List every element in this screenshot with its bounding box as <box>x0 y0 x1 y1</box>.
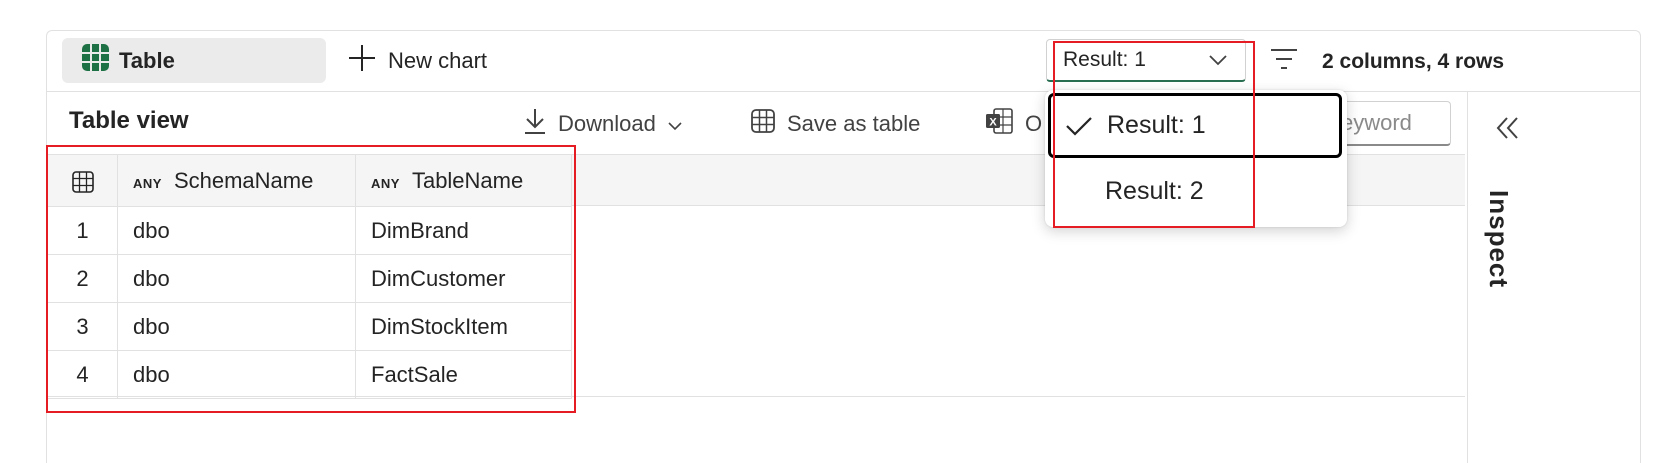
svg-text:X: X <box>989 117 997 129</box>
dropdown-option-label: Result: 1 <box>1107 111 1206 139</box>
results-grid: ANY SchemaName ANY TableName 1 dbo DimBran… <box>47 154 572 399</box>
cell-schemaname[interactable]: dbo <box>117 254 356 303</box>
inspect-panel-label[interactable]: Inspect <box>1483 190 1514 288</box>
column-header-label: SchemaName <box>173 167 314 193</box>
chevron-down-icon <box>1209 48 1227 72</box>
excel-icon: X <box>985 108 1013 140</box>
row-number: 1 <box>47 206 118 255</box>
result-summary: 2 columns, 4 rows <box>1322 50 1505 73</box>
table-icon <box>751 109 775 139</box>
cell-tablename[interactable]: DimBrand <box>355 206 572 255</box>
grid-header-row: ANY SchemaName ANY TableName <box>47 154 572 207</box>
column-header-label: TableName <box>411 167 524 193</box>
column-header-tablename[interactable]: ANY TableName <box>355 154 572 207</box>
table-row[interactable]: 2 dbo DimCustomer <box>47 254 572 303</box>
cell-tablename[interactable]: FactSale <box>355 350 572 399</box>
download-button[interactable]: Download <box>524 108 682 140</box>
open-in-excel-button[interactable]: X O <box>985 108 1042 140</box>
result-set-select[interactable]: Result: 1 <box>1046 39 1246 82</box>
cell-schemaname[interactable]: dbo <box>117 206 356 255</box>
new-chart-label: New chart <box>388 47 488 73</box>
cell-schemaname[interactable]: dbo <box>117 302 356 351</box>
inspect-panel-divider <box>1467 92 1468 463</box>
tab-table[interactable]: Table <box>62 38 326 83</box>
new-chart-button[interactable]: New chart <box>348 38 487 83</box>
row-number: 2 <box>47 254 118 303</box>
grid-corner-cell[interactable] <box>47 154 118 207</box>
dropdown-option-label: Result: 2 <box>1105 176 1204 205</box>
cell-tablename[interactable]: DimCustomer <box>355 254 572 303</box>
type-badge: ANY <box>371 175 400 191</box>
result-set-dropdown: Result: 1 Result: 2 <box>1045 90 1347 227</box>
results-toolbar: Table New chart Result: 1 2 columns, 4 r… <box>46 30 1641 92</box>
save-as-table-button[interactable]: Save as table <box>751 108 920 140</box>
table-row[interactable]: 1 dbo DimBrand <box>47 206 572 255</box>
download-icon <box>524 108 546 140</box>
keyword-placeholder: eyword <box>1341 110 1412 135</box>
table-icon <box>71 168 94 193</box>
table-row[interactable]: 4 dbo FactSale <box>47 350 572 399</box>
table-row[interactable]: 3 dbo DimStockItem <box>47 302 572 351</box>
plus-icon <box>348 44 376 78</box>
open-in-excel-label: O <box>1025 111 1043 136</box>
double-chevron-left-icon[interactable] <box>1496 116 1520 145</box>
dropdown-option-result-1[interactable]: Result: 1 <box>1048 93 1342 158</box>
checkmark-icon <box>1051 116 1107 136</box>
filter-icon[interactable] <box>1271 48 1297 75</box>
table-view-title: Table view <box>69 107 189 134</box>
type-badge: ANY <box>133 175 162 191</box>
row-number: 4 <box>47 350 118 399</box>
tab-table-label: Table <box>119 47 175 73</box>
cell-tablename[interactable]: DimStockItem <box>355 302 572 351</box>
download-label: Download <box>558 111 656 136</box>
grid-bottom-border <box>47 396 1465 397</box>
dropdown-option-result-2[interactable]: Result: 2 <box>1049 160 1343 222</box>
save-as-table-label: Save as table <box>787 111 921 136</box>
cell-schemaname[interactable]: dbo <box>117 350 356 399</box>
column-header-schemaname[interactable]: ANY SchemaName <box>117 154 356 207</box>
result-select-value: Result: 1 <box>1063 48 1146 71</box>
chevron-down-icon <box>668 111 682 137</box>
row-number: 3 <box>47 302 118 351</box>
table-grid-icon <box>82 44 109 77</box>
